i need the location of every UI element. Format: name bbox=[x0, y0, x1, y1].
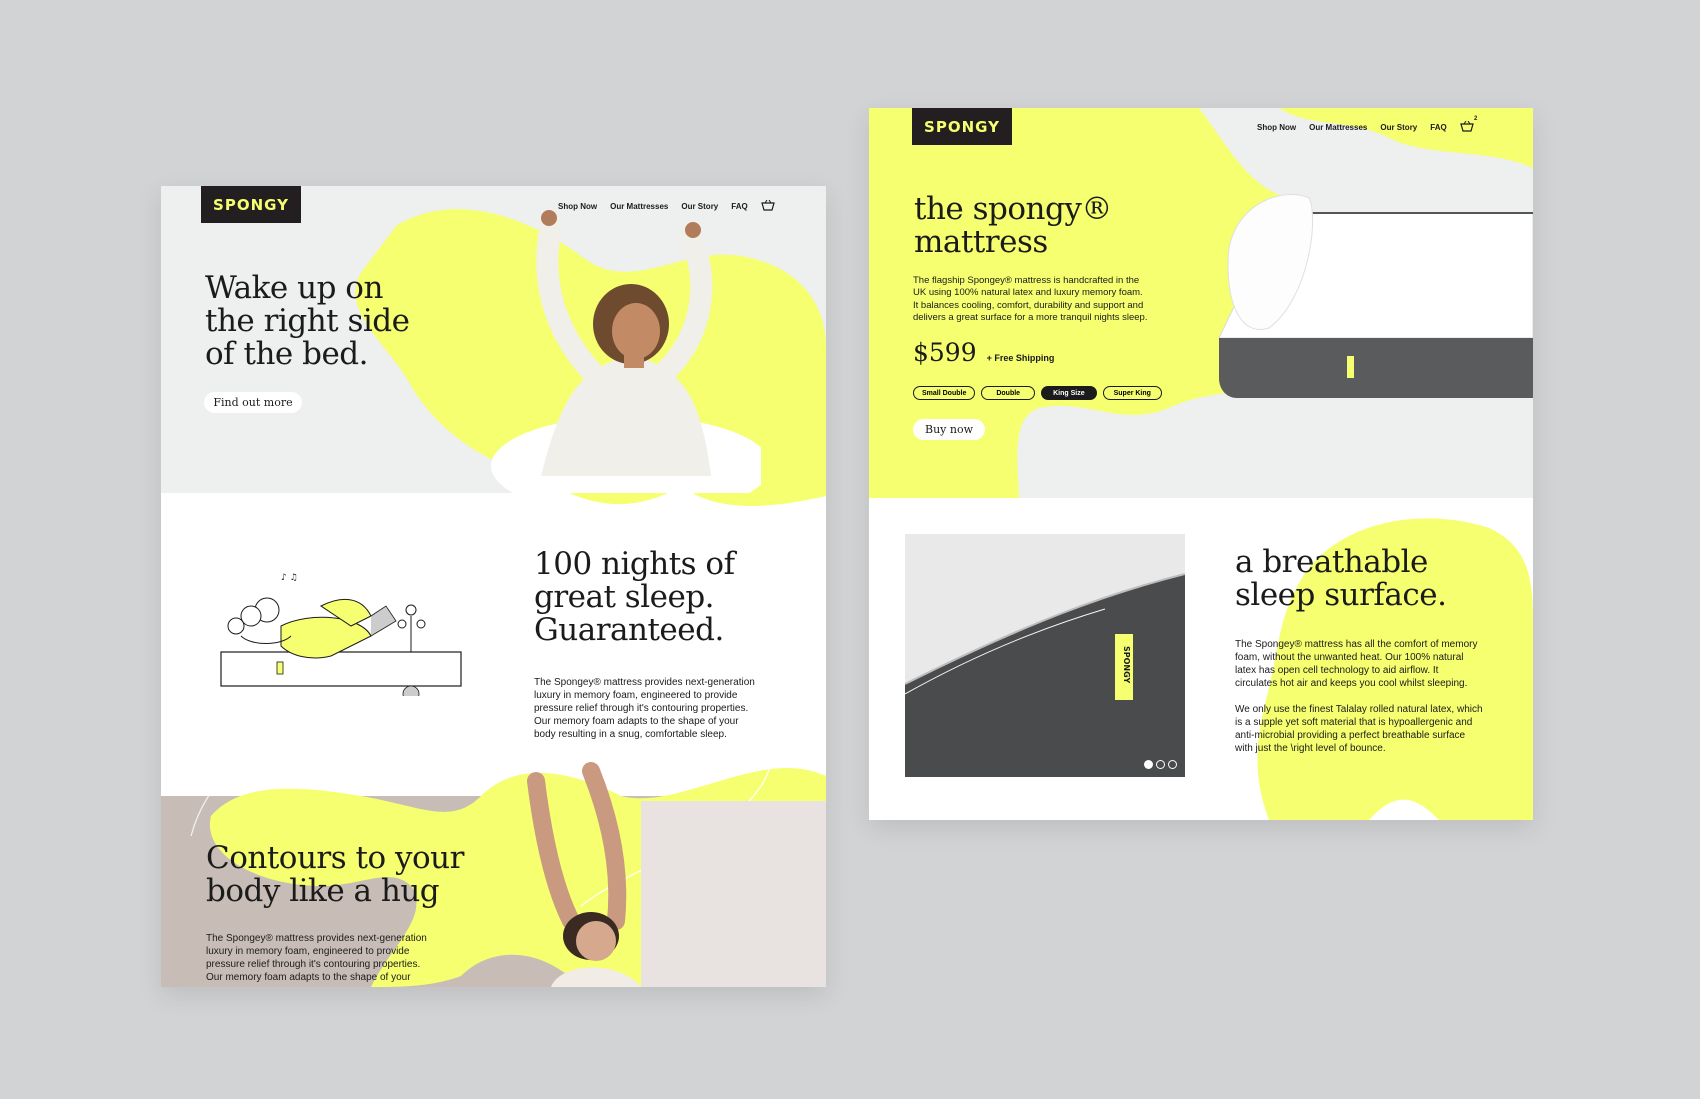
nights-body-line-4: Our memory foam adapts to the shape of y… bbox=[534, 716, 739, 727]
nights-heading-line-1: 100 nights of bbox=[534, 546, 735, 582]
left-nav: Shop Now Our Mattresses Our Story FAQ bbox=[558, 199, 775, 213]
nights-body-line-3: pressure relief through it's contouring … bbox=[534, 703, 749, 714]
mattress-corner-photo: SPONGY bbox=[905, 534, 1185, 777]
contours-heading-line-1: Contours to your bbox=[206, 840, 464, 876]
mattress-product-image bbox=[1199, 178, 1533, 478]
size-options: Small Double Double King Size Super King bbox=[913, 386, 1168, 400]
price: $599 bbox=[913, 338, 977, 367]
nights-body-line-2: luxury in memory foam, engineered to pro… bbox=[534, 690, 738, 701]
nights-body: The Spongey® mattress provides next-gene… bbox=[534, 676, 804, 741]
contours-heading-line-2: body like a hug bbox=[206, 873, 440, 910]
size-option-small-double[interactable]: Small Double bbox=[913, 386, 976, 400]
breathable-p1-line-4: circulates hot air and keeps you cool wh… bbox=[1235, 678, 1468, 689]
price-row: $599 + Free Shipping bbox=[913, 338, 1054, 367]
nav-our-mattresses[interactable]: Our Mattresses bbox=[1309, 123, 1367, 132]
product-description-line-4: delivers a great surface for a more tran… bbox=[913, 312, 1148, 324]
right-nav: Shop Now Our Mattresses Our Story FAQ 2 bbox=[1257, 115, 1480, 134]
breathable-p1-line-2: foam, without the unwanted heat. Our 100… bbox=[1235, 652, 1464, 663]
find-out-more-button[interactable]: Find out more bbox=[204, 392, 302, 413]
right-page: SPONGY Shop Now Our Mattresses Our Story… bbox=[869, 108, 1533, 820]
breathable-heading-line-2: sleep surface. bbox=[1235, 577, 1447, 614]
nights-heading: 100 nights of great sleep. Guaranteed. bbox=[534, 546, 735, 649]
contours-body-line-1: The Spongey® mattress provides next-gene… bbox=[206, 933, 427, 944]
carousel-dot-2[interactable] bbox=[1156, 760, 1165, 769]
breathable-p1-line-3: latex has open cell technology to aid ai… bbox=[1235, 665, 1439, 676]
logo-text: SPONGY bbox=[924, 117, 1000, 136]
buy-now-button[interactable]: Buy now bbox=[913, 419, 985, 440]
nights-body-line-5: body resulting in a snug, comfortable sl… bbox=[534, 729, 727, 740]
product-heading-line-1: the spongy® bbox=[914, 191, 1112, 227]
hero-woman-photo bbox=[481, 196, 761, 493]
contours-body: The Spongey® mattress provides next-gene… bbox=[206, 932, 476, 984]
nav-faq[interactable]: FAQ bbox=[1430, 123, 1446, 132]
product-description-line-2: UK using 100% natural latex and luxury m… bbox=[913, 287, 1143, 299]
carousel-dot-3[interactable] bbox=[1168, 760, 1177, 769]
nav-our-story[interactable]: Our Story bbox=[681, 202, 718, 211]
logo-text: SPONGY bbox=[213, 195, 289, 214]
breathable-heading-line-1: a breathable bbox=[1235, 544, 1428, 580]
size-option-super-king[interactable]: Super King bbox=[1102, 386, 1162, 400]
stretching-woman-photo bbox=[441, 761, 826, 987]
breathable-paragraph-1: The Spongey® mattress has all the comfor… bbox=[1235, 638, 1525, 690]
product-description-line-3: It balances cooling, comfort, durability… bbox=[913, 299, 1144, 311]
cart-count-badge: 2 bbox=[1471, 115, 1480, 123]
breathable-p1-line-1: The Spongey® mattress has all the comfor… bbox=[1235, 639, 1478, 650]
nav-shop-now[interactable]: Shop Now bbox=[1257, 123, 1296, 132]
hero-heading: Wake up on the right side of the bed. bbox=[205, 270, 410, 373]
breathable-p2-line-3: anti-microbial providing a perfect breat… bbox=[1235, 730, 1466, 741]
cart-icon[interactable]: 2 bbox=[1459, 115, 1480, 134]
product-heading-line-2: mattress bbox=[914, 224, 1048, 261]
size-option-king-size[interactable]: King Size bbox=[1041, 386, 1097, 400]
nights-heading-line-2: great sleep. bbox=[534, 579, 715, 616]
product-description: The flagship Spongey® mattress is handcr… bbox=[913, 275, 1203, 324]
breathable-p2-line-2: is a supple yet soft material that is hy… bbox=[1235, 717, 1473, 728]
logo[interactable]: SPONGY bbox=[912, 108, 1012, 145]
left-page: SPONGY Shop Now Our Mattresses Our Story… bbox=[161, 186, 826, 987]
breathable-p2-line-1: We only use the finest Talalay rolled na… bbox=[1235, 704, 1483, 715]
contours-body-line-3: pressure relief through it's contouring … bbox=[206, 959, 421, 970]
hero-heading-line-3: of the bed. bbox=[205, 336, 369, 373]
carousel-dots bbox=[1144, 760, 1177, 769]
hero-heading-line-1: Wake up on bbox=[205, 270, 383, 306]
logo[interactable]: SPONGY bbox=[201, 186, 301, 223]
nav-our-mattresses[interactable]: Our Mattresses bbox=[610, 202, 668, 211]
cart-icon[interactable] bbox=[760, 199, 775, 213]
nights-body-line-1: The Spongey® mattress provides next-gene… bbox=[534, 677, 755, 688]
nav-shop-now[interactable]: Shop Now bbox=[558, 202, 597, 211]
nav-faq[interactable]: FAQ bbox=[731, 202, 747, 211]
shipping-note: + Free Shipping bbox=[986, 353, 1055, 363]
svg-text:♪ ♫: ♪ ♫ bbox=[281, 573, 298, 583]
product-description-line-1: The flagship Spongey® mattress is handcr… bbox=[913, 275, 1140, 286]
contours-body-line-2: luxury in memory foam, engineered to pro… bbox=[206, 946, 410, 957]
contours-body-line-4: Our memory foam adapts to the shape of y… bbox=[206, 972, 411, 983]
hero-heading-line-2: the right side bbox=[205, 303, 410, 340]
carousel-dot-1[interactable] bbox=[1144, 760, 1153, 769]
mattress-tag-text: SPONGY bbox=[1122, 646, 1131, 684]
nav-our-story[interactable]: Our Story bbox=[1380, 123, 1417, 132]
product-heading: the spongy® mattress bbox=[914, 191, 1112, 261]
breathable-heading: a breathable sleep surface. bbox=[1235, 544, 1447, 614]
size-option-double[interactable]: Double bbox=[981, 386, 1036, 400]
breathable-p2-line-4: with just the \right level of bounce. bbox=[1235, 743, 1386, 754]
nights-heading-line-3: Guaranteed. bbox=[534, 612, 724, 649]
breathable-paragraph-2: We only use the finest Talalay rolled na… bbox=[1235, 703, 1525, 755]
sleeping-person-illustration: ♪ ♫ bbox=[220, 573, 462, 696]
contours-heading: Contours to your body like a hug bbox=[206, 840, 464, 910]
